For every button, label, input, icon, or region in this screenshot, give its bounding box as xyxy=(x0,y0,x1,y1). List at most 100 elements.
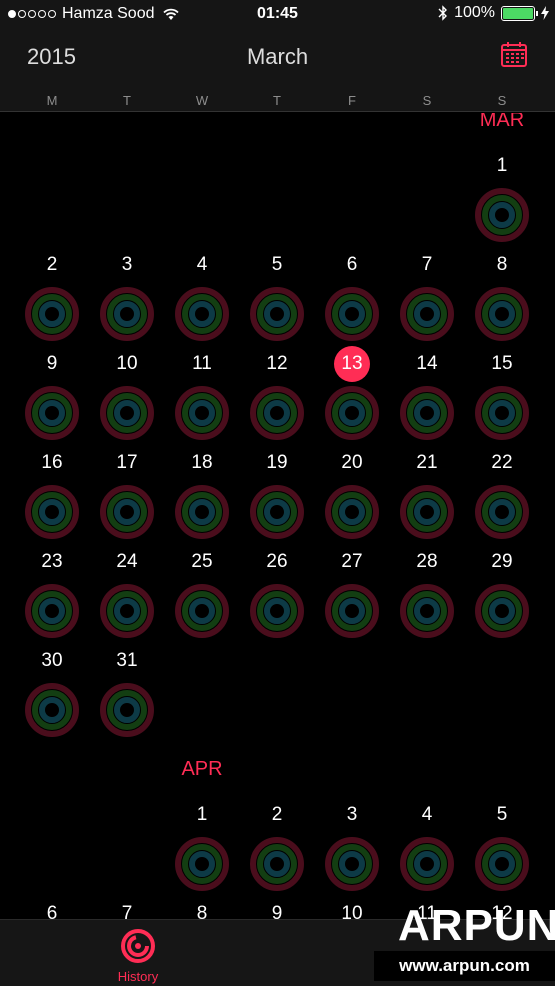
day-number[interactable]: 29 xyxy=(472,551,532,573)
activity-rings-icon[interactable] xyxy=(324,583,380,639)
activity-rings-icon[interactable] xyxy=(24,286,80,342)
day-number[interactable]: 20 xyxy=(322,452,382,474)
day-number[interactable]: 7 xyxy=(397,254,457,276)
activity-rings-icon[interactable] xyxy=(474,583,530,639)
weekday-label: T xyxy=(273,93,281,108)
day-number[interactable]: 17 xyxy=(97,452,157,474)
activity-rings-icon[interactable] xyxy=(474,286,530,342)
day-number[interactable]: 7 xyxy=(97,903,157,919)
year-back-button[interactable]: 2015 xyxy=(27,44,76,70)
day-number[interactable]: 25 xyxy=(172,551,232,573)
activity-rings-icon[interactable] xyxy=(399,836,455,892)
activity-rings-icon[interactable] xyxy=(174,484,230,540)
activity-rings-icon[interactable] xyxy=(474,385,530,441)
day-number[interactable]: 4 xyxy=(172,254,232,276)
activity-rings-icon[interactable] xyxy=(174,583,230,639)
day-number[interactable]: 9 xyxy=(22,353,82,375)
activity-rings-icon[interactable] xyxy=(324,385,380,441)
activity-rings-icon[interactable] xyxy=(174,385,230,441)
day-number[interactable]: 31 xyxy=(97,650,157,672)
calendar-icon xyxy=(501,42,527,67)
activity-rings-icon[interactable] xyxy=(24,385,80,441)
day-number[interactable]: 2 xyxy=(247,804,307,826)
day-number[interactable]: 24 xyxy=(97,551,157,573)
tab-history[interactable]: History xyxy=(106,920,170,986)
activity-rings-icon[interactable] xyxy=(399,484,455,540)
activity-rings-icon[interactable] xyxy=(324,286,380,342)
day-number[interactable]: 4 xyxy=(397,804,457,826)
activity-rings-icon[interactable] xyxy=(249,286,305,342)
activity-rings-icon[interactable] xyxy=(399,385,455,441)
weekday-label: S xyxy=(497,93,507,108)
day-number[interactable]: 5 xyxy=(472,804,532,826)
day-number[interactable]: 2 xyxy=(22,254,82,276)
day-number[interactable]: 26 xyxy=(247,551,307,573)
day-number[interactable]: 23 xyxy=(22,551,82,573)
day-number[interactable]: 27 xyxy=(322,551,382,573)
day-number[interactable]: 12 xyxy=(247,353,307,375)
status-bar: Hamza Sood 01:45 100% xyxy=(0,0,555,28)
activity-rings-icon[interactable] xyxy=(249,385,305,441)
day-number[interactable]: 8 xyxy=(172,903,232,919)
activity-rings-icon[interactable] xyxy=(174,286,230,342)
month-title: March xyxy=(246,44,309,69)
activity-rings-icon[interactable] xyxy=(249,583,305,639)
activity-rings-icon[interactable] xyxy=(399,286,455,342)
activity-rings-icon[interactable] xyxy=(99,484,155,540)
day-number[interactable]: 21 xyxy=(397,452,457,474)
day-number[interactable]: 30 xyxy=(22,650,82,672)
day-number[interactable]: 22 xyxy=(472,452,532,474)
activity-rings-icon[interactable] xyxy=(249,484,305,540)
day-number[interactable]: 14 xyxy=(397,353,457,375)
activity-rings-icon[interactable] xyxy=(474,484,530,540)
activity-rings-icon[interactable] xyxy=(474,187,530,243)
day-number[interactable]: 10 xyxy=(97,353,157,375)
day-number[interactable]: 18 xyxy=(172,452,232,474)
activity-rings-icon[interactable] xyxy=(99,385,155,441)
activity-rings-icon[interactable] xyxy=(249,836,305,892)
day-number[interactable]: 28 xyxy=(397,551,457,573)
watermark-url: www.arpun.com xyxy=(374,951,555,981)
activity-rings-icon[interactable] xyxy=(24,484,80,540)
day-number[interactable]: 1 xyxy=(472,155,532,177)
watermark: ARPUN www.arpun.com xyxy=(374,899,555,986)
activity-rings-icon[interactable] xyxy=(99,286,155,342)
day-number[interactable]: 5 xyxy=(247,254,307,276)
weekday-label: F xyxy=(348,93,356,108)
activity-rings-icon xyxy=(121,929,155,963)
activity-rings-icon[interactable] xyxy=(99,682,155,738)
activity-rings-icon[interactable] xyxy=(474,836,530,892)
bluetooth-icon xyxy=(438,5,448,21)
day-number[interactable]: 9 xyxy=(247,903,307,919)
activity-rings-icon[interactable] xyxy=(324,484,380,540)
activity-calendar: MAR 1 2 3 4 5 6 7 8 9 10 11 12 13 14 15 16 17 18 19 20 21 22 23… xyxy=(0,113,555,919)
day-number[interactable]: 10 xyxy=(322,903,382,919)
battery-icon xyxy=(501,5,538,21)
weekday-label: W xyxy=(195,93,209,108)
month-label-april: APR xyxy=(181,758,223,780)
day-number[interactable]: 19 xyxy=(247,452,307,474)
weekday-label: M xyxy=(46,93,58,108)
day-number[interactable]: 1 xyxy=(172,804,232,826)
activity-rings-icon[interactable] xyxy=(324,836,380,892)
activity-rings-icon[interactable] xyxy=(399,583,455,639)
day-number[interactable]: 6 xyxy=(322,254,382,276)
tab-history-label: History xyxy=(117,969,159,984)
day-number[interactable]: 16 xyxy=(22,452,82,474)
activity-rings-icon[interactable] xyxy=(99,583,155,639)
day-number[interactable]: 15 xyxy=(472,353,532,375)
activity-rings-icon[interactable] xyxy=(24,682,80,738)
activity-rings-icon[interactable] xyxy=(24,583,80,639)
battery-level xyxy=(503,7,533,19)
day-number[interactable]: 11 xyxy=(172,353,232,375)
day-number-today[interactable]: 13 xyxy=(322,353,382,375)
day-number[interactable]: 6 xyxy=(22,903,82,919)
day-number[interactable]: 3 xyxy=(97,254,157,276)
calendar-view-button[interactable] xyxy=(500,41,528,69)
day-number[interactable]: 3 xyxy=(322,804,382,826)
nav-header: 2015 March xyxy=(0,28,555,86)
activity-rings-icon[interactable] xyxy=(174,836,230,892)
day-number[interactable]: 8 xyxy=(472,254,532,276)
watermark-logo: ARPUN xyxy=(398,901,555,950)
weekday-header: MTWTFSS xyxy=(0,86,555,112)
